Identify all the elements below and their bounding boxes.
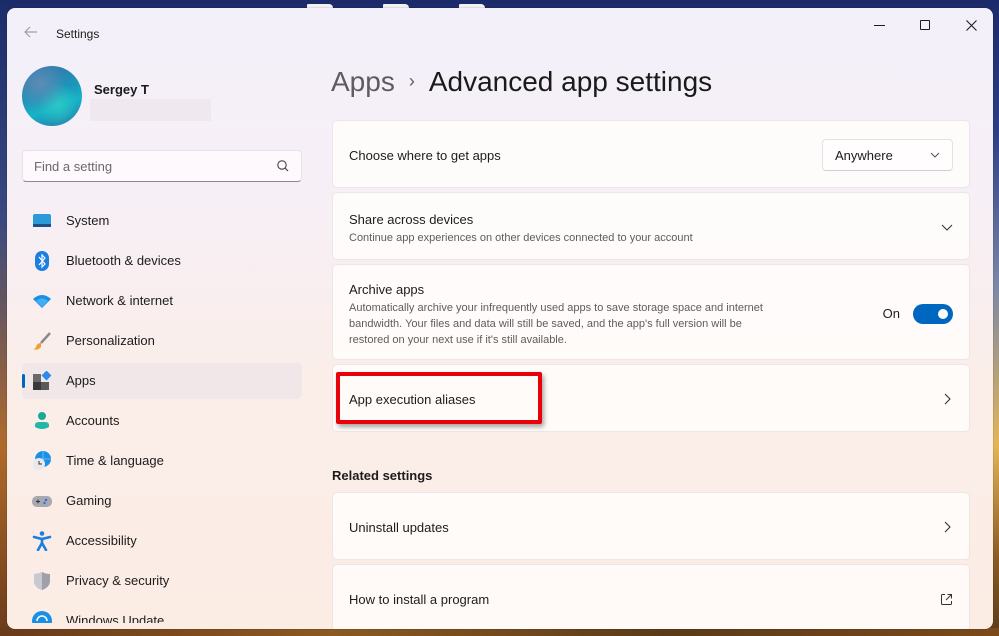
update-icon xyxy=(32,611,52,623)
sidebar-item-label: System xyxy=(66,213,110,228)
sidebar-item-label: Accounts xyxy=(66,413,120,428)
setting-choose-where-to-get-apps: Choose where to get apps Anywhere xyxy=(332,120,970,188)
sidebar-item-label: Windows Update xyxy=(66,613,165,623)
close-icon xyxy=(965,19,977,31)
sidebar-item-accessibility[interactable]: Accessibility xyxy=(22,523,302,559)
setting-share-across-devices[interactable]: Share across devices Continue app experi… xyxy=(332,192,970,260)
minimize-button[interactable] xyxy=(856,8,902,42)
wifi-icon xyxy=(33,295,51,308)
sidebar-item-bluetooth[interactable]: Bluetooth & devices xyxy=(22,243,302,279)
dropdown-value: Anywhere xyxy=(835,148,893,163)
chevron-down-icon[interactable] xyxy=(941,221,953,233)
sidebar-item-accounts[interactable]: Accounts xyxy=(22,403,302,439)
sidebar-item-privacy[interactable]: Privacy & security xyxy=(22,563,302,599)
title-bar: Settings xyxy=(7,8,993,56)
bluetooth-icon xyxy=(35,251,49,271)
sidebar-item-gaming[interactable]: Gaming xyxy=(22,483,302,519)
person-icon xyxy=(35,412,49,429)
desktop-background-bottom xyxy=(0,628,999,636)
chevron-right-icon xyxy=(944,393,951,405)
gamepad-icon xyxy=(32,496,52,507)
toggle-state-label: On xyxy=(882,306,900,321)
sidebar-item-windows-update[interactable]: Windows Update xyxy=(22,603,302,623)
setting-description: Automatically archive your infrequently … xyxy=(349,302,763,346)
setting-title: Share across devices xyxy=(349,212,474,227)
sidebar-nav: System Bluetooth & devices Network & int… xyxy=(22,203,302,627)
arrow-left-icon xyxy=(24,26,37,38)
search-icon[interactable] xyxy=(275,158,291,174)
setting-title: Archive apps xyxy=(349,282,425,297)
related-how-to-install-program[interactable]: How to install a program xyxy=(332,564,970,629)
breadcrumb-apps[interactable]: Apps xyxy=(331,66,395,97)
shield-icon xyxy=(34,572,50,590)
setting-title: App execution aliases xyxy=(349,392,476,407)
avatar[interactable] xyxy=(22,66,82,126)
sidebar-item-label: Time & language xyxy=(66,453,164,468)
sidebar-item-label: Bluetooth & devices xyxy=(66,253,181,268)
external-link-icon xyxy=(941,594,952,605)
archive-apps-toggle[interactable] xyxy=(913,304,953,324)
setting-title: Uninstall updates xyxy=(349,520,449,535)
paintbrush-icon xyxy=(33,332,51,350)
back-button[interactable] xyxy=(17,20,45,44)
sidebar-item-label: Network & internet xyxy=(66,293,173,308)
toggle-knob xyxy=(938,309,948,319)
profile-email-redacted xyxy=(90,99,211,121)
app-title: Settings xyxy=(56,27,100,41)
maximize-button[interactable] xyxy=(902,8,948,42)
related-uninstall-updates[interactable]: Uninstall updates xyxy=(332,492,970,560)
app-source-dropdown[interactable]: Anywhere xyxy=(822,139,953,171)
settings-window: Settings Sergey T Find a setting System … xyxy=(7,8,993,629)
sidebar-item-label: Personalization xyxy=(66,333,155,348)
sidebar-item-apps[interactable]: Apps xyxy=(22,363,302,399)
search-placeholder: Find a setting xyxy=(34,159,113,174)
search-input[interactable]: Find a setting xyxy=(22,150,302,182)
apps-icon xyxy=(33,371,52,390)
setting-title: Choose where to get apps xyxy=(349,148,501,163)
setting-title: How to install a program xyxy=(349,592,490,607)
setting-app-execution-aliases[interactable]: App execution aliases xyxy=(332,364,970,432)
close-button[interactable] xyxy=(948,8,993,42)
globe-clock-icon xyxy=(33,451,51,470)
accessibility-icon xyxy=(32,531,52,551)
maximize-icon xyxy=(920,20,930,30)
chevron-down-icon xyxy=(930,152,940,158)
minimize-icon xyxy=(873,24,885,26)
sidebar-item-label: Accessibility xyxy=(66,533,137,548)
breadcrumb: Apps › Advanced app settings xyxy=(331,66,712,98)
chevron-right-icon xyxy=(944,521,951,533)
page-title: Advanced app settings xyxy=(428,66,713,97)
sidebar-item-time-language[interactable]: Time & language xyxy=(22,443,302,479)
setting-description: Continue app experiences on other device… xyxy=(349,232,693,244)
system-icon xyxy=(33,214,51,227)
profile-name: Sergey T xyxy=(94,82,149,97)
sidebar-item-label: Gaming xyxy=(66,493,112,508)
sidebar-item-personalization[interactable]: Personalization xyxy=(22,323,302,359)
sidebar-item-label: Apps xyxy=(66,373,96,388)
setting-archive-apps: Archive apps Automatically archive your … xyxy=(332,264,970,360)
sidebar-item-network[interactable]: Network & internet xyxy=(22,283,302,319)
sidebar-item-system[interactable]: System xyxy=(22,203,302,239)
related-settings-heading: Related settings xyxy=(332,468,433,483)
sidebar-item-label: Privacy & security xyxy=(66,573,170,588)
breadcrumb-separator: › xyxy=(408,71,415,91)
